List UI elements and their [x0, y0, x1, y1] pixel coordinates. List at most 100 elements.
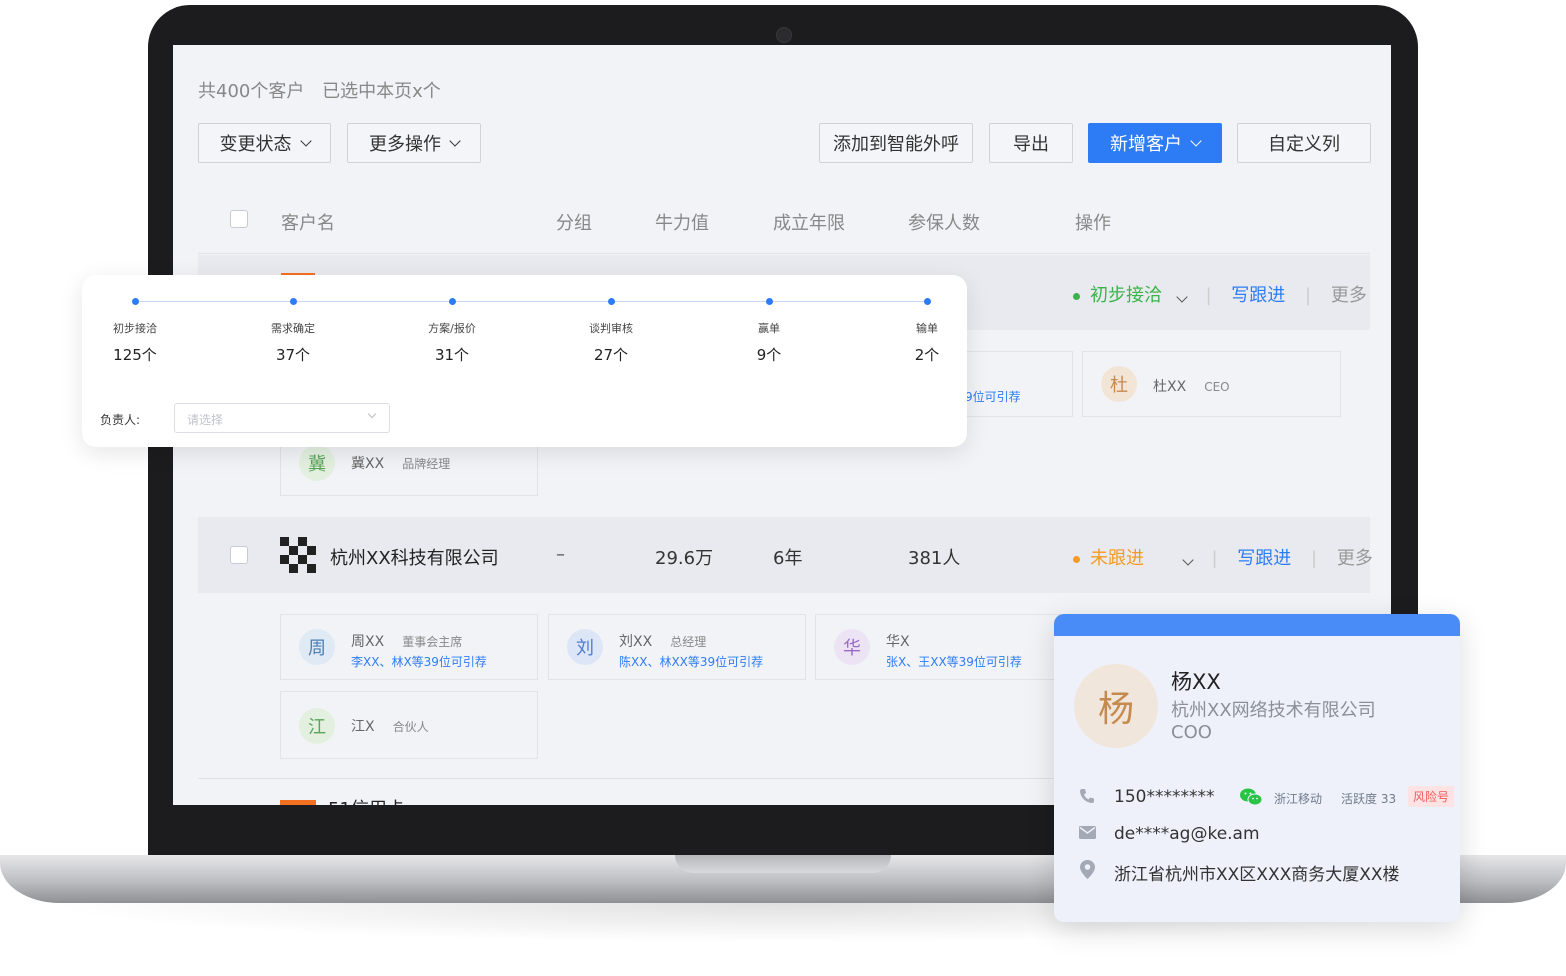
contact-address: 浙江省杭州市XX区XXX商务大厦XX楼 [1114, 865, 1400, 885]
chevron-down-icon [1190, 134, 1202, 147]
row-checkbox[interactable] [230, 546, 248, 564]
contact-name-line: 刘XX 总经理 [619, 631, 706, 651]
contact-email[interactable]: de****ag@ke.am [1114, 824, 1260, 844]
contact-name: 江X [351, 719, 375, 735]
funnel-stage-dot [290, 298, 297, 305]
contact-name-line: 周XX 董事会主席 [351, 631, 462, 651]
funnel-line [135, 301, 927, 302]
export-button[interactable]: 导出 [989, 123, 1073, 163]
column-group[interactable]: 分组 [556, 209, 592, 235]
sales-funnel-popup: 初步接洽 125个 需求确定 37个 方案/报价 31个 谈判审核 27个 赢单 9个 输单 2个 负… [82, 275, 967, 447]
customer-name[interactable]: 杭州XX科技有限公司 [330, 544, 499, 570]
risk-badge: 风险号 [1408, 786, 1455, 807]
column-customer-name[interactable]: 客户名 [281, 209, 335, 235]
recommend-link[interactable]: 张X、王XX等39位可引荐 [886, 653, 1022, 670]
chevron-down-icon [1176, 291, 1188, 303]
funnel-stage-count: 2个 [914, 346, 940, 364]
status-dropdown[interactable]: 初步接洽 [1073, 285, 1191, 306]
funnel-stage-label[interactable]: 初步接洽 [113, 320, 157, 336]
contact-company: 杭州XX网络技术有限公司 [1171, 700, 1376, 721]
contact-detail-popup: 杨 杨XX 杭州XX网络技术有限公司 COO 150******** 浙江移动 … [1054, 614, 1460, 922]
change-status-button[interactable]: 变更状态 [198, 123, 331, 163]
contact-card[interactable]: 江 江X 合伙人 [280, 691, 538, 759]
contact-name-line: 华X [886, 631, 910, 651]
value-cell: 29.6万 [655, 548, 714, 569]
contact-card[interactable]: 周 周XX 董事会主席 李XX、林X等39位可引荐 [280, 614, 538, 680]
custom-columns-label: 自定义列 [1268, 134, 1340, 155]
total-count: 共400个客户 [198, 81, 305, 102]
row1-actions: 初步接洽 | 写跟进 | 更多 [1073, 281, 1367, 307]
add-to-smart-call-button[interactable]: 添加到智能外呼 [819, 123, 973, 163]
contact-name-line: 江X 合伙人 [351, 716, 429, 736]
more-actions-label: 更多操作 [369, 134, 441, 155]
add-customer-button[interactable]: 新增客户 [1088, 123, 1222, 163]
contact-card[interactable]: 刘 刘XX 总经理 陈XX、林XX等39位可引荐 [548, 614, 806, 680]
funnel-stage-label[interactable]: 需求确定 [271, 320, 315, 336]
divider: | [1211, 548, 1218, 569]
contact-title: COO [1171, 722, 1212, 743]
funnel-stage-dot [132, 298, 139, 305]
add-customer-label: 新增客户 [1110, 134, 1182, 155]
funnel-stage-label[interactable]: 输单 [916, 320, 938, 336]
column-value[interactable]: 牛力值 [655, 209, 709, 235]
add-call-label: 添加到智能外呼 [833, 134, 959, 155]
contact-name: 杨XX [1171, 670, 1221, 694]
contact-phone[interactable]: 150******** [1114, 787, 1214, 807]
location-icon [1080, 860, 1095, 879]
funnel-stage-label[interactable]: 赢单 [758, 320, 780, 336]
funnel-stage-label[interactable]: 谈判审核 [589, 320, 633, 336]
funnel-stage-dot [449, 298, 456, 305]
funnel-stage-count: 31个 [434, 346, 470, 364]
contact-name: 刘XX [619, 634, 653, 650]
chevron-down-icon [367, 409, 377, 419]
contact-name: 冀XX [351, 456, 385, 472]
export-label: 导出 [1013, 134, 1049, 155]
funnel-stage-label[interactable]: 方案/报价 [428, 320, 476, 336]
summary-bar: 共400个客户 已选中本页x个 [198, 77, 441, 103]
contact-name: 华X [886, 634, 910, 650]
insured-cell: 381人 [908, 548, 961, 569]
funnel-stage-dot [608, 298, 615, 305]
select-all-checkbox[interactable] [230, 210, 248, 228]
more-link[interactable]: 更多 [1331, 285, 1367, 306]
change-status-label: 变更状态 [219, 134, 292, 155]
recommend-link[interactable]: 陈XX、林XX等39位可引荐 [619, 653, 763, 670]
funnel-stage-count: 9个 [756, 346, 782, 364]
status-dropdown[interactable]: 未跟进 [1073, 548, 1197, 569]
status-label: 未跟进 [1090, 548, 1144, 569]
avatar: 华 [834, 629, 870, 665]
recommend-text[interactable]: 9位可引荐 [965, 388, 1021, 405]
column-years[interactable]: 成立年限 [773, 209, 845, 235]
recommend-link[interactable]: 李XX、林X等39位可引荐 [351, 653, 487, 670]
contact-role: 总经理 [670, 635, 707, 649]
status-label: 初步接洽 [1090, 285, 1162, 306]
row2-actions: 未跟进 | 写跟进 | 更多 [1073, 544, 1373, 570]
column-insured[interactable]: 参保人数 [908, 209, 980, 235]
write-follow-link[interactable]: 写跟进 [1237, 548, 1291, 569]
contact-name-line: 冀XX 品牌经理 [351, 453, 450, 473]
funnel-stage-dot [766, 298, 773, 305]
contact-card[interactable]: 杜 杜XX CEO [1082, 351, 1341, 417]
company-logo-icon [280, 800, 316, 805]
years-cell: 6年 [773, 548, 803, 569]
status-dot [1073, 555, 1080, 563]
owner-select[interactable]: 请选择 [174, 403, 390, 433]
company-logo-icon [280, 537, 316, 573]
custom-columns-button[interactable]: 自定义列 [1237, 123, 1371, 163]
more-link[interactable]: 更多 [1337, 548, 1373, 569]
wechat-icon[interactable] [1240, 788, 1262, 806]
write-follow-link[interactable]: 写跟进 [1231, 285, 1285, 306]
chevron-down-icon [299, 134, 312, 147]
chevron-down-icon [449, 134, 461, 147]
avatar: 杨 [1074, 664, 1158, 748]
contact-card[interactable]: 华 华X 张X、王XX等39位可引荐 [815, 614, 1073, 680]
avatar: 杜 [1101, 366, 1137, 402]
customer-name[interactable]: 51信用卡 [328, 795, 405, 805]
laptop-notch [675, 855, 891, 873]
more-actions-button[interactable]: 更多操作 [347, 123, 481, 163]
owner-placeholder: 请选择 [187, 413, 224, 427]
activity: 活跃度 33 [1341, 792, 1397, 806]
divider: | [1311, 548, 1318, 569]
selected-count: 已选中本页x个 [322, 81, 441, 102]
camera [776, 27, 792, 43]
